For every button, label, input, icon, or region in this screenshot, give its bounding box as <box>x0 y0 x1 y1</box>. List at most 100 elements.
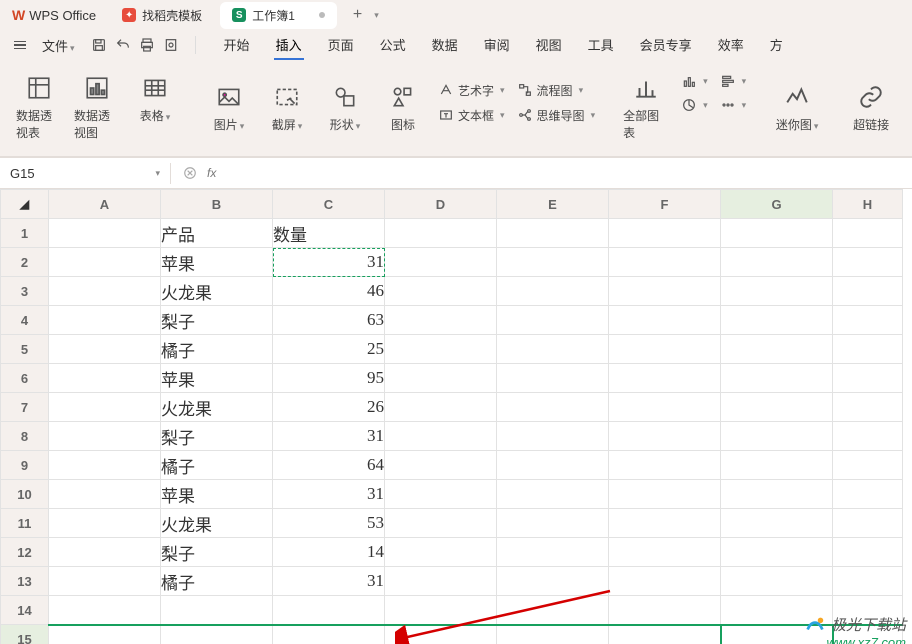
cell-B10[interactable]: 苹果 <box>161 480 273 509</box>
save-icon[interactable] <box>91 37 107 53</box>
cell-C7[interactable]: 26 <box>273 393 385 422</box>
formula-bar[interactable]: fx <box>171 166 228 180</box>
tab-menu-dropdown[interactable]: ▾ <box>374 10 379 21</box>
print-icon[interactable] <box>139 37 155 53</box>
cell-C3[interactable]: 46 <box>273 277 385 306</box>
cell-C13[interactable]: 31 <box>273 567 385 596</box>
hbar-chart-button[interactable]: ▾ <box>716 71 751 91</box>
picture-button[interactable]: 图片▾ <box>202 80 256 137</box>
select-all-corner[interactable]: ◢ <box>1 190 49 219</box>
ribbon-tab-home[interactable]: 开始 <box>222 31 252 60</box>
ribbon-tab-more[interactable]: 方 <box>768 31 785 60</box>
cell-B11[interactable]: 火龙果 <box>161 509 273 538</box>
cell-C8[interactable]: 31 <box>273 422 385 451</box>
cell-B9[interactable]: 橘子 <box>161 451 273 480</box>
cell-C5[interactable]: 25 <box>273 335 385 364</box>
formula-bar-row: G15 ▾ fx <box>0 157 912 189</box>
unsaved-dot-icon <box>319 12 325 18</box>
flowchart-button[interactable]: 流程图▾ <box>513 80 600 101</box>
ribbon-tab-page[interactable]: 页面 <box>326 31 356 60</box>
cell-C12[interactable]: 14 <box>273 538 385 567</box>
col-header-F[interactable]: F <box>609 190 721 219</box>
row-header[interactable]: 10 <box>1 480 49 509</box>
ribbon-tab-data[interactable]: 数据 <box>430 31 460 60</box>
ribbon-tab-tools[interactable]: 工具 <box>586 31 616 60</box>
mindmap-button[interactable]: 思维导图▾ <box>513 105 600 126</box>
row-header[interactable]: 13 <box>1 567 49 596</box>
hyperlink-button[interactable]: 超链接 <box>844 80 898 137</box>
row-header[interactable]: 5 <box>1 335 49 364</box>
row-header[interactable]: 14 <box>1 596 49 625</box>
print-preview-icon[interactable] <box>163 37 179 53</box>
row-header[interactable]: 12 <box>1 538 49 567</box>
row-header[interactable]: 4 <box>1 306 49 335</box>
cell-C4[interactable]: 63 <box>273 306 385 335</box>
cell-C9[interactable]: 64 <box>273 451 385 480</box>
cell-C1[interactable]: 数量 <box>273 219 385 248</box>
ribbon-tab-formula[interactable]: 公式 <box>378 31 408 60</box>
row-header[interactable]: 9 <box>1 451 49 480</box>
row-header[interactable]: 3 <box>1 277 49 306</box>
row-header[interactable]: 6 <box>1 364 49 393</box>
cell-B2[interactable]: 苹果 <box>161 248 273 277</box>
pivot-table-button[interactable]: 数据透视表 <box>12 71 66 145</box>
shapes-button[interactable]: 形状▾ <box>318 80 372 137</box>
col-header-H[interactable]: H <box>833 190 903 219</box>
col-header-D[interactable]: D <box>385 190 497 219</box>
col-header-A[interactable]: A <box>49 190 161 219</box>
sparkline-button[interactable]: 迷你图▾ <box>770 80 824 137</box>
cell-B8[interactable]: 梨子 <box>161 422 273 451</box>
col-header-G[interactable]: G <box>721 190 833 219</box>
cell-B1[interactable]: 产品 <box>161 219 273 248</box>
menu-file[interactable]: 文件▾ <box>34 32 83 59</box>
ribbon-tab-member[interactable]: 会员专享 <box>638 31 694 60</box>
cell-B4[interactable]: 梨子 <box>161 306 273 335</box>
col-header-B[interactable]: B <box>161 190 273 219</box>
pie-chart-button[interactable]: ▾ <box>677 95 712 115</box>
cell-C2[interactable]: 31 <box>273 248 385 277</box>
ribbon-tab-review[interactable]: 审阅 <box>482 31 512 60</box>
tab-workbook-active[interactable]: S 工作簿1 <box>220 2 337 29</box>
table-button[interactable]: 表格▾ <box>128 71 182 128</box>
cell-B5[interactable]: 橘子 <box>161 335 273 364</box>
row-header[interactable]: 2 <box>1 248 49 277</box>
tab-add-button[interactable]: + <box>345 2 370 28</box>
cell-B12[interactable]: 梨子 <box>161 538 273 567</box>
cell-B7[interactable]: 火龙果 <box>161 393 273 422</box>
row-header[interactable]: 7 <box>1 393 49 422</box>
row-header[interactable]: 11 <box>1 509 49 538</box>
cell-C11[interactable]: 53 <box>273 509 385 538</box>
cell-C6[interactable]: 95 <box>273 364 385 393</box>
textbox-button[interactable]: 文本框▾ <box>434 105 509 126</box>
undo-icon[interactable] <box>115 37 131 53</box>
col-header-C[interactable]: C <box>273 190 385 219</box>
pivot-chart-button[interactable]: 数据透视图 <box>70 71 124 145</box>
cell-G15-selected[interactable] <box>721 625 833 644</box>
cell-B13[interactable]: 橘子 <box>161 567 273 596</box>
row-header[interactable]: 15 <box>1 625 49 644</box>
cell-B6[interactable]: 苹果 <box>161 364 273 393</box>
screenshot-icon <box>274 84 300 110</box>
wordart-button[interactable]: 艺术字▾ <box>434 80 509 101</box>
tab-template[interactable]: ✦ 找稻壳模板 <box>110 2 214 29</box>
icons-button[interactable]: 图标 <box>376 80 430 137</box>
all-charts-button[interactable]: 全部图表 <box>619 71 673 145</box>
hamburger-menu[interactable] <box>8 37 32 54</box>
cancel-icon[interactable] <box>183 166 197 180</box>
name-box[interactable]: G15 ▾ <box>0 163 171 184</box>
bar-chart-button[interactable]: ▾ <box>677 71 712 91</box>
app-logo: W WPS Office <box>4 7 104 23</box>
more-charts-button[interactable]: ▾ <box>716 95 751 115</box>
flowchart-icon <box>517 82 533 98</box>
ribbon-tab-view[interactable]: 视图 <box>534 31 564 60</box>
col-header-E[interactable]: E <box>497 190 609 219</box>
cell-B3[interactable]: 火龙果 <box>161 277 273 306</box>
spreadsheet-grid[interactable]: ◢ A B C D E F G H 1产品数量 2苹果31 3火龙果46 4梨子… <box>0 189 912 644</box>
fx-icon[interactable]: fx <box>207 166 216 180</box>
cell-C10[interactable]: 31 <box>273 480 385 509</box>
screenshot-button[interactable]: 截屏▾ <box>260 80 314 137</box>
row-header[interactable]: 8 <box>1 422 49 451</box>
ribbon-tab-insert[interactable]: 插入 <box>274 31 304 60</box>
ribbon-tab-efficiency[interactable]: 效率 <box>716 31 746 60</box>
row-header[interactable]: 1 <box>1 219 49 248</box>
